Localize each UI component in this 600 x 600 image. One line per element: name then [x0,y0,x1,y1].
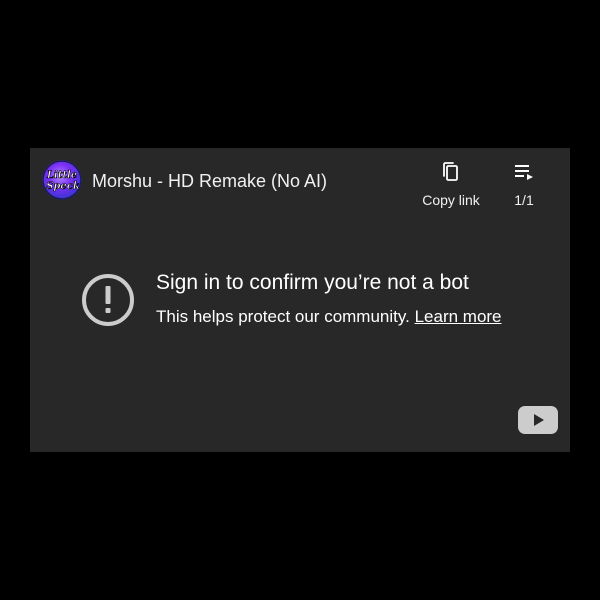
svg-text:Little: Little [46,170,77,181]
learn-more-link[interactable]: Learn more [415,307,502,326]
copy-link-button[interactable]: Copy link [418,160,484,208]
playlist-button[interactable]: 1/1 [506,160,542,208]
youtube-logo-icon[interactable] [518,406,558,434]
copy-link-label: Copy link [422,192,480,208]
error-heading: Sign in to confirm you’re not a bot [156,271,469,294]
youtube-embed-player: Little Speck Morshu - HD Remake (No AI) … [30,148,570,452]
exclamation-circle-icon [82,274,134,326]
copy-icon [443,162,458,181]
error-message: This helps protect our community. [156,307,410,326]
video-title[interactable]: Morshu - HD Remake (No AI) [92,170,327,192]
svg-text:Speck: Speck [46,181,80,192]
channel-avatar-logo: Little Speck [42,160,82,200]
playlist-icon [515,165,533,180]
playlist-count-label: 1/1 [514,192,534,208]
channel-avatar[interactable]: Little Speck [42,160,82,200]
error-message-line: This helps protect our community. Learn … [156,306,502,328]
